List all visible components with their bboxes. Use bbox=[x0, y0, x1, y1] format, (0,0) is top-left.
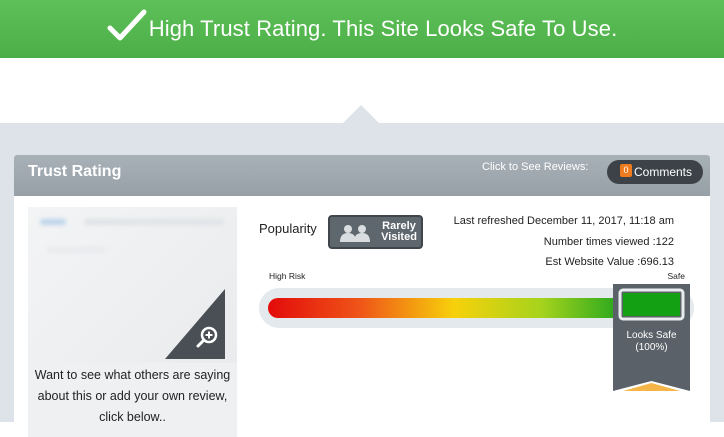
people-icon bbox=[340, 225, 370, 242]
times-viewed: Number times viewed :122 bbox=[543, 236, 674, 248]
meter-result-line-1: Looks Safe bbox=[626, 330, 677, 341]
banner-text: High Trust Rating. This Site Looks Safe … bbox=[148, 16, 618, 41]
site-thumbnail[interactable] bbox=[28, 207, 237, 363]
reviews-prompt: Click to See Reviews: bbox=[482, 161, 589, 173]
popularity-badge: Rarely Visited bbox=[328, 215, 423, 249]
comments-button-label: Comments bbox=[634, 165, 693, 179]
banner-pointer bbox=[343, 105, 379, 123]
preview-caption: Want to see what others are saying about… bbox=[34, 368, 231, 424]
website-value: Est Website Value :696.13 bbox=[545, 256, 674, 268]
last-refreshed: Last refreshed December 11, 2017, 11:18 … bbox=[453, 215, 674, 227]
meter-low-label: High Risk bbox=[269, 271, 306, 281]
trust-banner: High Trust Rating. This Site Looks Safe … bbox=[0, 0, 724, 58]
zoom-in-icon[interactable] bbox=[195, 325, 219, 349]
popularity-badge-text: Rarely Visited bbox=[379, 221, 419, 243]
meter-high-label: Safe bbox=[667, 271, 686, 281]
comments-button[interactable]: 0 Comments bbox=[607, 160, 703, 184]
site-preview-card[interactable]: Want to see what others are saying about… bbox=[28, 207, 237, 437]
trust-rating-panel: Trust Rating Click to See Reviews: 0 Com… bbox=[14, 155, 710, 437]
comment-bubble-icon: 0 bbox=[620, 163, 632, 177]
badge-line-2: Visited bbox=[381, 231, 417, 243]
popularity-label: Popularity bbox=[259, 221, 317, 236]
checkmark-icon bbox=[107, 9, 147, 41]
meter-result: Looks Safe (100%) bbox=[611, 330, 692, 354]
panel-header: Trust Rating Click to See Reviews: 0 Com… bbox=[14, 155, 710, 196]
panel-title: Trust Rating bbox=[28, 163, 122, 180]
meter-result-line-2: (100%) bbox=[635, 342, 668, 353]
